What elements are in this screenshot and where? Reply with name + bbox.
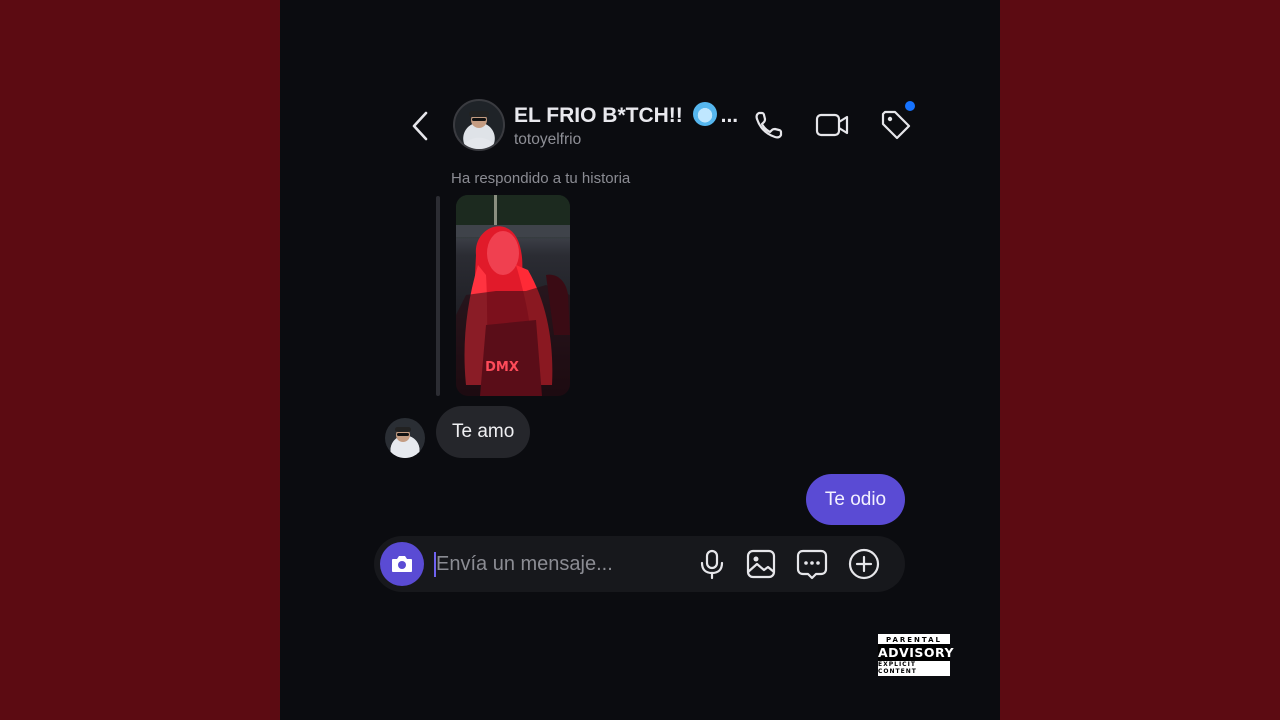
story-reply-note: Ha respondido a tu historia	[451, 170, 631, 187]
voice-message-button[interactable]	[695, 547, 729, 581]
story-image: DMX	[456, 195, 570, 396]
phone-icon	[755, 111, 783, 139]
more-options-button[interactable]	[847, 547, 881, 581]
tag-icon	[881, 110, 911, 140]
sender-avatar[interactable]	[385, 418, 425, 458]
call-button[interactable]	[750, 106, 788, 144]
sender-avatar-portrait	[389, 427, 419, 458]
tag-button[interactable]	[877, 106, 915, 144]
avatar-portrait	[463, 111, 495, 149]
advisory-line-3: EXPLICIT CONTENT	[878, 661, 917, 675]
incoming-message-bubble[interactable]: Te amo	[436, 406, 531, 458]
freezing-face-emoji-icon	[692, 102, 717, 126]
video-camera-icon	[815, 113, 849, 137]
story-shirt-text: DMX	[485, 360, 519, 375]
video-call-button[interactable]	[813, 106, 851, 144]
contact-username: totoyelfrio	[514, 131, 582, 148]
parental-advisory-label: PARENTAL ADVISORY EXPLICIT CONTENT	[878, 634, 954, 676]
image-icon	[746, 549, 776, 579]
message-input[interactable]	[436, 549, 686, 579]
back-button[interactable]	[405, 108, 437, 144]
contact-name-text: EL FRIO B*TCH!!	[514, 104, 689, 127]
story-thumbnail[interactable]: DMX	[456, 195, 570, 396]
reply-indicator-bar	[436, 196, 440, 396]
sticker-button[interactable]	[795, 547, 829, 581]
contact-avatar[interactable]	[453, 99, 505, 151]
plus-circle-icon	[848, 548, 880, 580]
camera-button[interactable]	[380, 542, 424, 586]
gallery-button[interactable]	[744, 547, 778, 581]
camera-icon	[392, 556, 412, 572]
title-ellipsis: ...	[720, 104, 739, 127]
notification-dot	[905, 101, 915, 111]
advisory-line-2: ADVISORY	[878, 644, 954, 661]
chat-bubble-icon	[796, 549, 828, 580]
outgoing-message-bubble[interactable]: Te odio	[806, 474, 905, 525]
advisory-line-1: PARENTAL	[885, 636, 943, 644]
microphone-icon	[700, 549, 724, 580]
chevron-left-icon	[412, 111, 428, 141]
contact-name[interactable]: EL FRIO B*TCH!! ...	[514, 102, 738, 128]
